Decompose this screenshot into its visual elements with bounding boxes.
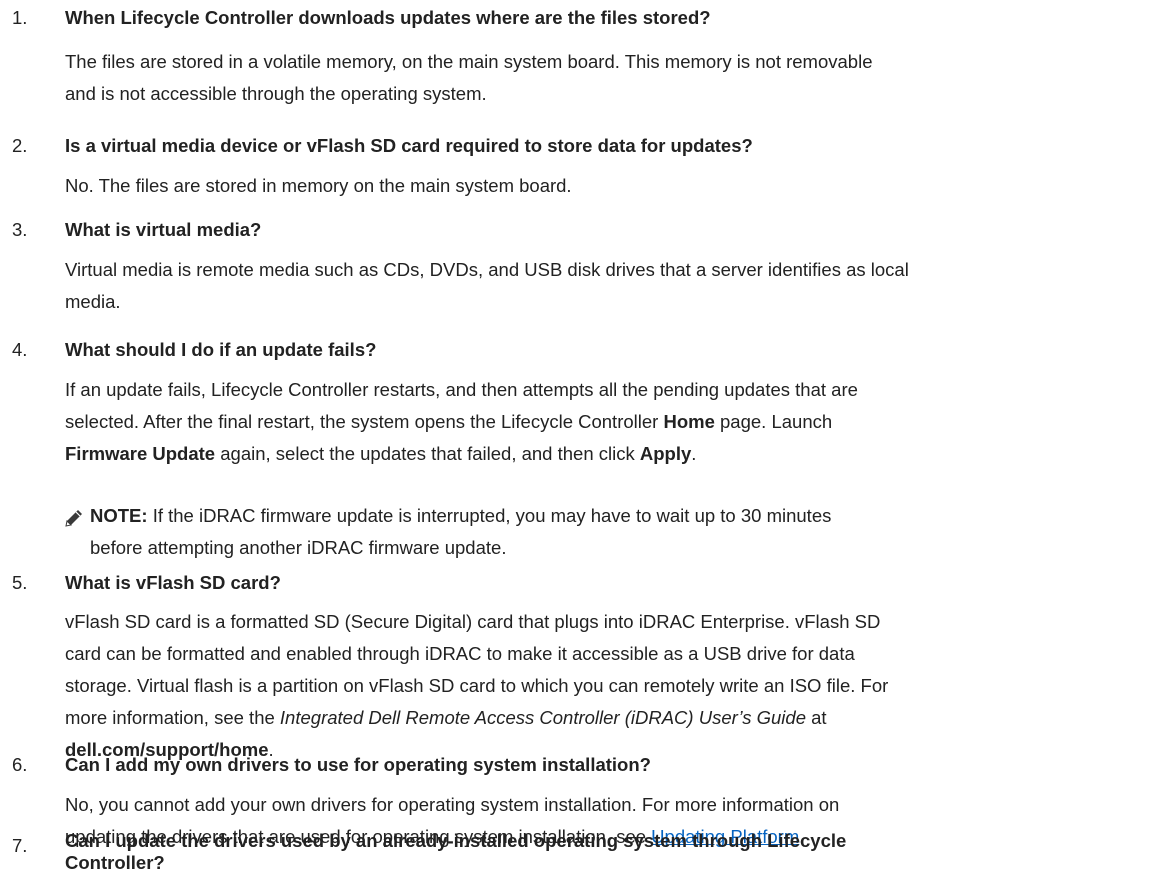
question-text: Is a virtual media device or vFlash SD c… bbox=[65, 135, 753, 156]
item-number: 2. bbox=[12, 135, 28, 156]
faq-document: 1. When Lifecycle Controller downloads u… bbox=[0, 0, 1165, 885]
item-number: 3. bbox=[12, 219, 28, 240]
answer-text: If an update fails, Lifecycle Controller… bbox=[65, 379, 858, 464]
question-text: What is vFlash SD card? bbox=[65, 572, 281, 593]
question-text: What should I do if an update fails? bbox=[65, 339, 377, 360]
firmware-update-label: Firmware Update bbox=[65, 443, 216, 464]
note-label: NOTE: bbox=[90, 505, 148, 526]
answer-text: Virtual media is remote media such as CD… bbox=[65, 259, 909, 312]
note-block: NOTE: If the iDRAC firmware update is in… bbox=[65, 500, 1150, 564]
question-text: Can I update the drivers used by an alre… bbox=[65, 830, 847, 873]
item-number: 7. bbox=[12, 835, 28, 856]
question-text: When Lifecycle Controller downloads upda… bbox=[65, 7, 711, 28]
question-text: What is virtual media? bbox=[65, 219, 262, 240]
question-text: Can I add my own drivers to use for oper… bbox=[65, 754, 651, 775]
answer-text: No. The files are stored in memory on th… bbox=[65, 175, 572, 196]
answer-text: The files are stored in a volatile memor… bbox=[65, 51, 873, 104]
item-number: 4. bbox=[12, 339, 28, 360]
item-number: 5. bbox=[12, 572, 28, 593]
idrac-guide-title: Integrated Dell Remote Access Controller… bbox=[279, 707, 806, 728]
home-label: Home bbox=[663, 411, 715, 432]
item-number: 6. bbox=[12, 754, 28, 775]
apply-label: Apply bbox=[639, 443, 692, 464]
pencil-note-icon bbox=[64, 506, 84, 527]
answer-text: vFlash SD card is a formatted SD (Secure… bbox=[65, 611, 889, 760]
item-number: 1. bbox=[12, 7, 28, 28]
